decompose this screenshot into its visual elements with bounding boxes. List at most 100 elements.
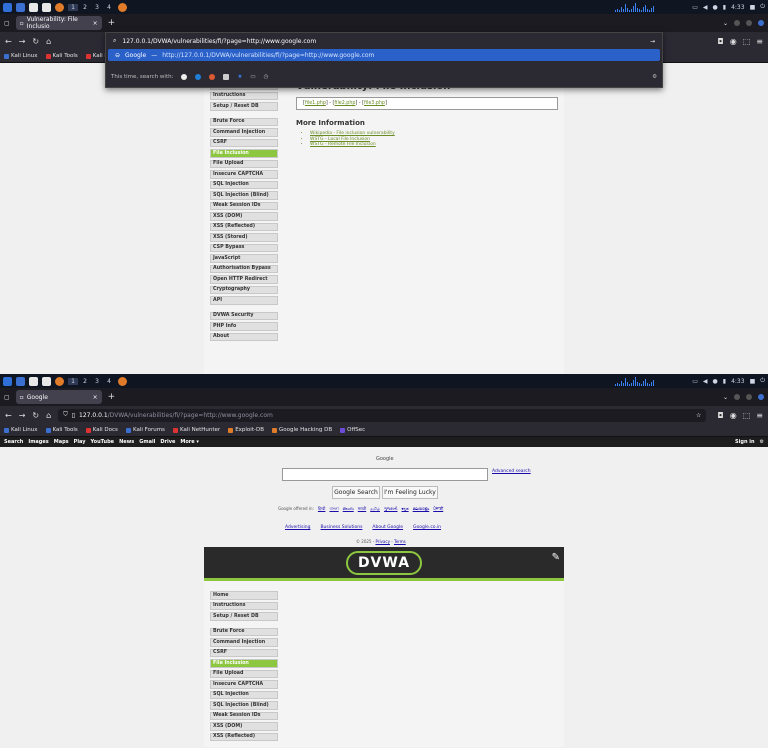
reload-icon[interactable]: ↻ [32, 37, 39, 46]
url-suggestion[interactable]: ⊖ Google — http://127.0.0.1/DVWA/vulnera… [108, 49, 660, 61]
workspace-3[interactable]: 3 [92, 378, 102, 385]
menu-item-setup-reset-db[interactable]: Setup / Reset DB [210, 102, 278, 111]
firefox-launcher-icon[interactable] [55, 376, 64, 386]
bookmark-exploit-db[interactable]: Exploit-DB [228, 427, 264, 433]
home-icon[interactable]: ⌂ [46, 411, 51, 420]
menu-item-sql-injection-blind[interactable]: SQL Injection (Blind) [210, 701, 278, 710]
close-tab-icon[interactable]: × [93, 394, 98, 401]
file1-link[interactable]: file1.php [305, 101, 326, 106]
gbar-search[interactable]: Search [4, 439, 23, 445]
close-window-icon[interactable] [758, 20, 764, 26]
home-icon[interactable]: ⌂ [46, 37, 51, 46]
extensions-icon[interactable]: ⬚ [743, 411, 751, 420]
text-editor-icon[interactable] [42, 376, 51, 386]
power-manager-icon[interactable]: ▮ [723, 378, 726, 385]
lang-link[interactable]: తెలుగు [343, 506, 354, 513]
pocket-icon[interactable]: ◘ [717, 37, 723, 46]
menu-item-instructions[interactable]: Instructions [210, 91, 278, 100]
menu-item-xss-stored[interactable]: XSS (Stored) [210, 233, 278, 242]
menu-item-insecure-captcha[interactable]: Insecure CAPTCHA [210, 680, 278, 689]
kali-menu-icon[interactable] [3, 2, 12, 12]
maximize-icon[interactable] [746, 20, 752, 26]
forward-icon[interactable]: → [19, 411, 26, 420]
business-solutions-link[interactable]: Business Solutions [320, 525, 362, 530]
chevron-down-icon[interactable]: ⌄ [723, 394, 728, 401]
lang-link[interactable]: മലയാളം [413, 506, 430, 513]
menu-item-setup-reset-db[interactable]: Setup / Reset DB [210, 612, 278, 621]
menu-item-weak-session-ids[interactable]: Weak Session IDs [210, 201, 278, 210]
minimize-icon[interactable] [734, 394, 740, 400]
bookmark-offsec[interactable]: OffSec [340, 427, 365, 433]
menu-item-command-injection[interactable]: Command Injection [210, 638, 278, 647]
gbar-news[interactable]: News [119, 439, 134, 445]
bing-engine-icon[interactable] [195, 74, 202, 80]
gbar-drive[interactable]: Drive [160, 439, 175, 445]
power-manager-icon[interactable]: ▮ [723, 4, 726, 11]
gbar-more[interactable]: More ▾ [180, 439, 199, 445]
minimize-icon[interactable] [734, 20, 740, 26]
lang-link[interactable]: हिन्दी [318, 506, 326, 513]
workspace-2[interactable]: 2 [80, 4, 90, 11]
lock-icon[interactable]: ■ [750, 378, 756, 385]
menu-item-php-info[interactable]: PHP Info [210, 322, 278, 331]
tab-dvwa[interactable]: ▫ Vulnerability: File Inclusio × [15, 16, 102, 30]
menu-item-javascript[interactable]: JavaScript [210, 254, 278, 263]
menu-item-sql-injection[interactable]: SQL Injection [210, 690, 278, 699]
file3-link[interactable]: file3.php [364, 101, 385, 106]
notification-icon[interactable]: ● [713, 4, 718, 11]
bookmark-kali-tools[interactable]: Kali Tools [45, 427, 78, 433]
menu-item-file-inclusion[interactable]: File Inclusion [210, 149, 278, 158]
back-icon[interactable]: ← [5, 411, 12, 420]
tab-list-icon[interactable]: ▢ [4, 394, 10, 401]
menu-item-xss-dom[interactable]: XSS (DOM) [210, 722, 278, 731]
tab-list-icon[interactable]: ▢ [4, 20, 10, 27]
kali-menu-icon[interactable] [3, 376, 12, 386]
bookmark-kali-forums[interactable]: Kali Forums [125, 427, 165, 433]
history-search-icon[interactable]: ◷ [264, 74, 269, 80]
menu-item-xss-reflected[interactable]: XSS (Reflected) [210, 222, 278, 231]
menu-item-csrf[interactable]: CSRF [210, 138, 278, 147]
pocket-icon[interactable]: ◘ [717, 411, 723, 420]
bookmarks-search-icon[interactable]: ★ [237, 74, 242, 80]
menu-icon[interactable]: ≡ [756, 37, 763, 46]
volume-icon[interactable]: ◀ [703, 4, 708, 11]
bookmark-kali-docs[interactable]: Kali Docs [85, 427, 118, 433]
lang-link[interactable]: বাংলা [329, 506, 338, 513]
workspace-2[interactable]: 2 [80, 378, 90, 385]
back-icon[interactable]: ← [5, 37, 12, 46]
lang-link[interactable]: ਪੰਜਾਬੀ [433, 506, 443, 513]
display-icon[interactable]: ▭ [692, 378, 698, 385]
terms-link[interactable]: Terms [394, 539, 406, 544]
firefox-window-icon[interactable] [118, 376, 127, 386]
volume-icon[interactable]: ◀ [703, 378, 708, 385]
clock[interactable]: 4:33 [731, 4, 744, 11]
bookmark-kali-linux[interactable]: Kali Linux [4, 427, 38, 433]
menu-item-csp-bypass[interactable]: CSP Bypass [210, 243, 278, 252]
advanced-search-link[interactable]: Advanced search [492, 469, 531, 474]
search-settings-icon[interactable]: ⚙ [652, 74, 657, 80]
menu-item-open-http-redirect[interactable]: Open HTTP Redirect [210, 275, 278, 284]
bookmark-kali-tools[interactable]: Kali Tools [45, 53, 78, 59]
close-tab-icon[interactable]: × [93, 20, 98, 27]
menu-item-dvwa-security[interactable]: DVWA Security [210, 311, 278, 320]
bookmark-kali-linux[interactable]: Kali Linux [4, 53, 38, 59]
gbar-youtube[interactable]: YouTube [91, 439, 115, 445]
folder-icon[interactable] [29, 376, 38, 386]
gbar-maps[interactable]: Maps [54, 439, 69, 445]
bookmark-kali-nethunter[interactable]: Kali NetHunter [172, 427, 220, 433]
workspace-4[interactable]: 4 [104, 4, 114, 11]
duckduckgo-engine-icon[interactable] [209, 74, 216, 80]
firefox-launcher-icon[interactable] [55, 2, 64, 12]
advertising-link[interactable]: Advertising [285, 525, 310, 530]
menu-item-authorisation-bypass[interactable]: Authorisation Bypass [210, 264, 278, 273]
about-google-link[interactable]: About Google [372, 525, 403, 530]
menu-item-csrf[interactable]: CSRF [210, 648, 278, 657]
menu-icon[interactable]: ≡ [756, 411, 763, 420]
google-co-in-link[interactable]: Google.co.in [413, 525, 441, 530]
clock[interactable]: 4:33 [731, 378, 744, 385]
gbar-images[interactable]: Images [28, 439, 48, 445]
google-search-button[interactable]: Google Search [332, 486, 380, 499]
menu-item-brute-force[interactable]: Brute Force [210, 117, 278, 126]
menu-item-file-upload[interactable]: File Upload [210, 669, 278, 678]
terminal-icon[interactable] [16, 2, 25, 12]
